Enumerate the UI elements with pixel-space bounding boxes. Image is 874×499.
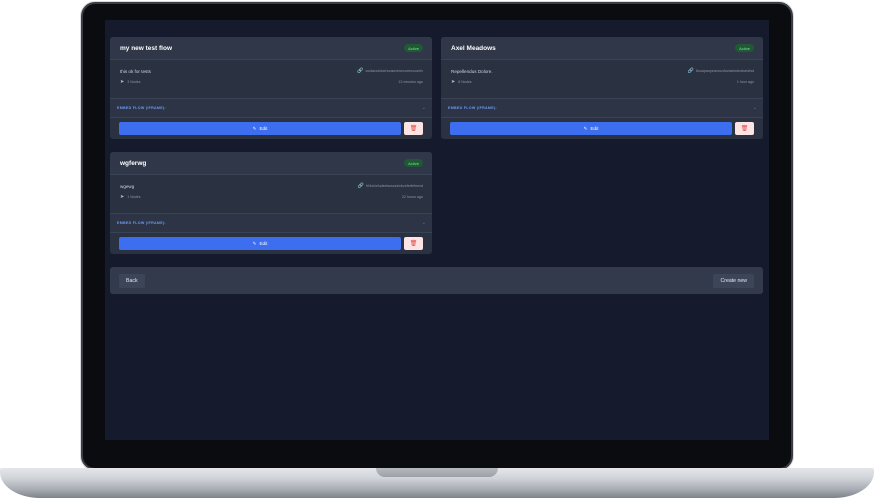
delete-button[interactable]: 🗑 xyxy=(735,122,754,135)
flow-card-header: my new test flow Active xyxy=(110,37,432,60)
card-actions: ✎ Edit 🗑 xyxy=(110,117,432,139)
edit-icon: ✎ xyxy=(583,125,588,131)
send-icon: ➤ xyxy=(120,194,125,200)
chevron-down-icon: ⌄ xyxy=(421,220,426,226)
flow-card: my new test flow Active this ok for test… xyxy=(110,37,432,139)
node-count: ➤ 3 Nodes xyxy=(120,79,141,85)
embed-toggle[interactable]: EMBED FLOW (IFRAME): ⌄ xyxy=(110,98,432,117)
chevron-down-icon: ⌄ xyxy=(421,105,426,111)
card-actions: ✎ Edit 🗑 xyxy=(110,232,432,254)
flow-title: my new test flow xyxy=(120,44,173,52)
updated-time: 1 hour ago xyxy=(736,80,754,84)
embed-label: EMBED FLOW (IFRAME): xyxy=(117,221,166,225)
flow-id-text: 8uoapauyzwsrozdoctaebdeobcesfsd xyxy=(695,69,754,73)
edit-button[interactable]: ✎ Edit xyxy=(119,237,401,250)
node-count-text: 3 Nodes xyxy=(127,80,141,84)
stage: my new test flow Active this ok for test… xyxy=(0,0,874,499)
flow-id-text: frf4orbrfudsetscsxzxtcbzeferfefmrxd xyxy=(366,184,423,188)
node-count: ➤ 8 Nodes xyxy=(451,79,472,85)
flow-description: Repellendus Dolore. xyxy=(451,68,493,74)
updated-time: 22 hours ago xyxy=(402,195,423,199)
edit-icon: ✎ xyxy=(252,240,257,246)
flow-title: Axel Meadows xyxy=(451,44,496,52)
edit-label: Edit xyxy=(259,241,268,246)
updated-time: 13 minutes ago xyxy=(398,80,423,84)
edit-button[interactable]: ✎ Edit xyxy=(119,122,401,135)
flow-title: wgferwg xyxy=(120,159,147,167)
flow-card: Axel Meadows Active Repellendus Dolore. … xyxy=(441,37,763,139)
flow-card-body: wgewg 🔗 frf4orbrfudsetscsxzxtcbzeferfefm… xyxy=(110,175,432,213)
edit-label: Edit xyxy=(590,126,599,131)
trash-icon: 🗑 xyxy=(740,126,749,132)
status-badge: Active xyxy=(404,159,423,167)
embed-toggle[interactable]: EMBED FLOW (IFRAME): ⌄ xyxy=(441,98,763,117)
flow-card-header: Axel Meadows Active xyxy=(441,37,763,60)
trash-icon: 🗑 xyxy=(409,241,418,247)
flow-id[interactable]: 🔗 cuidazcbduchousezeoecurmccovcfv xyxy=(357,68,423,74)
link-icon: 🔗 xyxy=(357,68,364,74)
card-actions: ✎ Edit 🗑 xyxy=(441,117,763,139)
create-new-button[interactable]: Create new xyxy=(713,273,754,288)
status-badge: Active xyxy=(735,44,754,52)
flow-id[interactable]: 🔗 8uoapauyzwsrozdoctaebdeobcesfsd xyxy=(688,68,754,74)
trash-icon: 🗑 xyxy=(409,126,418,132)
flow-id[interactable]: 🔗 frf4orbrfudsetscsxzxtcbzeferfefmrxd xyxy=(358,183,423,189)
link-icon: 🔗 xyxy=(357,183,365,189)
laptop-notch xyxy=(376,468,498,477)
status-badge: Active xyxy=(404,44,423,52)
node-count-text: 1 Nodes xyxy=(127,195,141,199)
embed-toggle[interactable]: EMBED FLOW (IFRAME): ⌄ xyxy=(110,213,432,232)
flow-id-text: cuidazcbduchousezeoecurmccovcfv xyxy=(365,69,423,73)
flow-description: wgewg xyxy=(120,183,135,189)
flow-card: wgferwg Active wgewg 🔗 frf4orbrfudsetscs… xyxy=(110,152,432,254)
edit-icon: ✎ xyxy=(252,125,257,131)
app-screen: my new test flow Active this ok for test… xyxy=(105,20,769,440)
flow-card-header: wgferwg Active xyxy=(110,152,432,175)
link-icon: 🔗 xyxy=(687,68,694,74)
chevron-down-icon: ⌄ xyxy=(752,105,757,111)
send-icon: ➤ xyxy=(120,79,125,85)
edit-label: Edit xyxy=(259,126,268,131)
flow-description: this ok for tests xyxy=(120,68,151,74)
flow-card-body: this ok for tests 🔗 cuidazcbduchousezeoe… xyxy=(110,60,432,98)
node-count: ➤ 1 Nodes xyxy=(120,194,141,200)
flow-card-body: Repellendus Dolore. 🔗 8uoapauyzwsrozdoct… xyxy=(441,60,763,98)
edit-button[interactable]: ✎ Edit xyxy=(450,122,732,135)
delete-button[interactable]: 🗑 xyxy=(404,237,423,250)
back-button[interactable]: Back xyxy=(119,273,145,288)
embed-label: EMBED FLOW (IFRAME): xyxy=(448,106,497,110)
node-count-text: 8 Nodes xyxy=(458,80,472,84)
delete-button[interactable]: 🗑 xyxy=(404,122,423,135)
send-icon: ➤ xyxy=(451,79,456,85)
footer-bar: Back Create new xyxy=(110,267,763,294)
embed-label: EMBED FLOW (IFRAME): xyxy=(117,106,166,110)
